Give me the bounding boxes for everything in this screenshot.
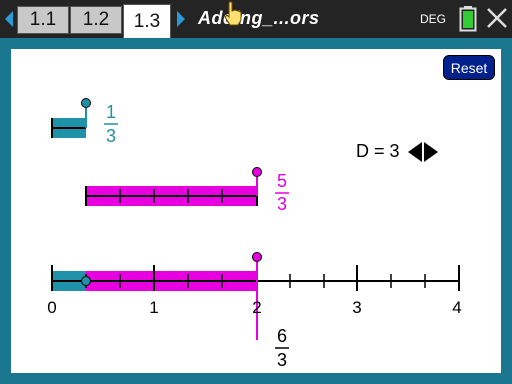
fraction-diagram: 1 3 5 3 0 1 2 3 4 6 3 [47, 98, 462, 370]
sum-joint-marker [81, 276, 91, 286]
tick-label-1: 1 [149, 298, 158, 317]
tick-label-3: 3 [352, 298, 361, 317]
denominator-label: D = 3 [356, 141, 400, 161]
fraction-b-handle[interactable] [252, 167, 262, 177]
fraction-a-numerator: 1 [106, 102, 116, 122]
increase-arrow-icon[interactable] [423, 141, 438, 162]
fraction-b-denominator: 3 [277, 194, 287, 214]
fraction-b-numerator: 5 [277, 171, 287, 191]
tick-label-0: 0 [47, 298, 56, 317]
tick-label-4: 4 [452, 298, 461, 317]
decrease-arrow-icon[interactable] [407, 141, 422, 162]
reset-button[interactable]: Reset [443, 55, 495, 80]
denominator-control: D = 3 [356, 141, 438, 162]
sum-numerator: 6 [277, 326, 287, 346]
fraction-a-handle[interactable] [81, 98, 91, 108]
fraction-a-denominator: 3 [106, 126, 116, 146]
tick-label-2: 2 [252, 298, 261, 317]
sum-denominator: 3 [277, 350, 287, 370]
sum-handle[interactable] [252, 252, 262, 262]
